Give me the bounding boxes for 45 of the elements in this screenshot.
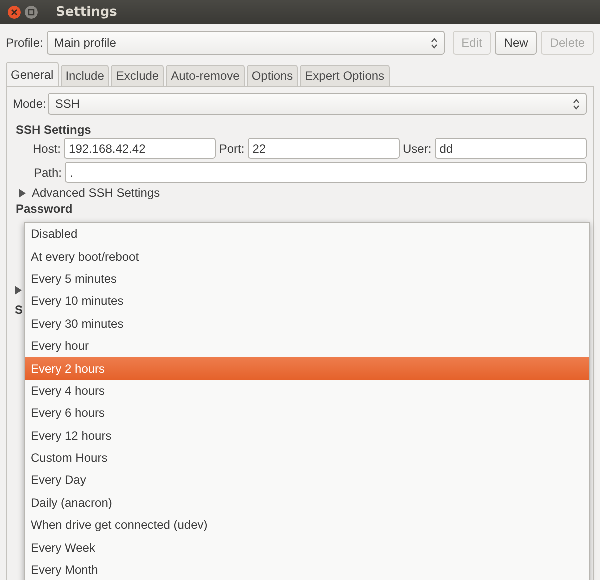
menu-item[interactable]: Every 30 minutes — [25, 312, 589, 335]
menu-item[interactable]: Every Month — [25, 558, 589, 580]
tab[interactable]: Include — [60, 65, 110, 86]
tab[interactable]: Expert Options — [300, 65, 390, 86]
port-field[interactable]: 22 — [248, 138, 400, 159]
menu-item[interactable]: Every 4 hours — [25, 380, 589, 402]
path-label: Path: — [34, 166, 62, 180]
close-icon[interactable] — [8, 6, 21, 18]
profile-button[interactable]: New — [495, 31, 538, 55]
menu-item[interactable]: Custom Hours — [25, 446, 589, 470]
menu-item[interactable]: Every Week — [25, 536, 589, 559]
tab[interactable]: Auto-remove — [166, 65, 245, 86]
menu-item[interactable]: Every 12 hours — [25, 424, 589, 447]
profile-label: Profile: — [6, 36, 44, 50]
menu-item[interactable]: Every 10 minutes — [25, 290, 589, 313]
path-field[interactable]: . — [65, 162, 587, 183]
tab[interactable]: General — [6, 62, 59, 86]
section-heading: SSH Settings — [15, 123, 92, 137]
host-field[interactable]: 192.168.42.42 — [64, 138, 216, 159]
user-field[interactable]: dd — [434, 138, 588, 159]
menu-item[interactable]: Every 6 hours — [25, 402, 589, 425]
section-heading: S — [15, 303, 24, 317]
menu-item[interactable]: Every Day — [25, 469, 589, 492]
menu-item[interactable]: Daily (anacron) — [25, 492, 589, 514]
maximize-icon[interactable] — [25, 6, 38, 18]
menu-item[interactable]: Every hour — [25, 334, 589, 358]
advanced-expander-label[interactable]: Advanced SSH Settings — [32, 186, 160, 200]
profile-dropdown[interactable]: Main profile — [47, 31, 445, 55]
spinner-icon — [430, 38, 438, 48]
menu-item[interactable]: At every boot/reboot — [25, 245, 589, 268]
user-label: User: — [403, 142, 432, 156]
menu-item[interactable]: When drive get connected (udev) — [25, 514, 589, 536]
window-title: Settings — [56, 4, 118, 20]
spinner-icon — [573, 98, 580, 110]
menu-item[interactable]: Disabled — [25, 223, 589, 246]
tab[interactable]: Options — [246, 65, 298, 86]
tab[interactable]: Exclude — [111, 65, 164, 86]
mode-dropdown[interactable]: SSH — [48, 93, 587, 115]
host-label: Host: — [33, 142, 62, 156]
expander-icon[interactable] — [19, 188, 26, 198]
port-label: Port: — [219, 142, 245, 156]
section-heading: Password — [15, 202, 74, 216]
menu-item[interactable]: Every 5 minutes — [25, 268, 589, 290]
mode-label: Mode: — [13, 97, 46, 111]
expander-icon[interactable] — [15, 286, 22, 295]
